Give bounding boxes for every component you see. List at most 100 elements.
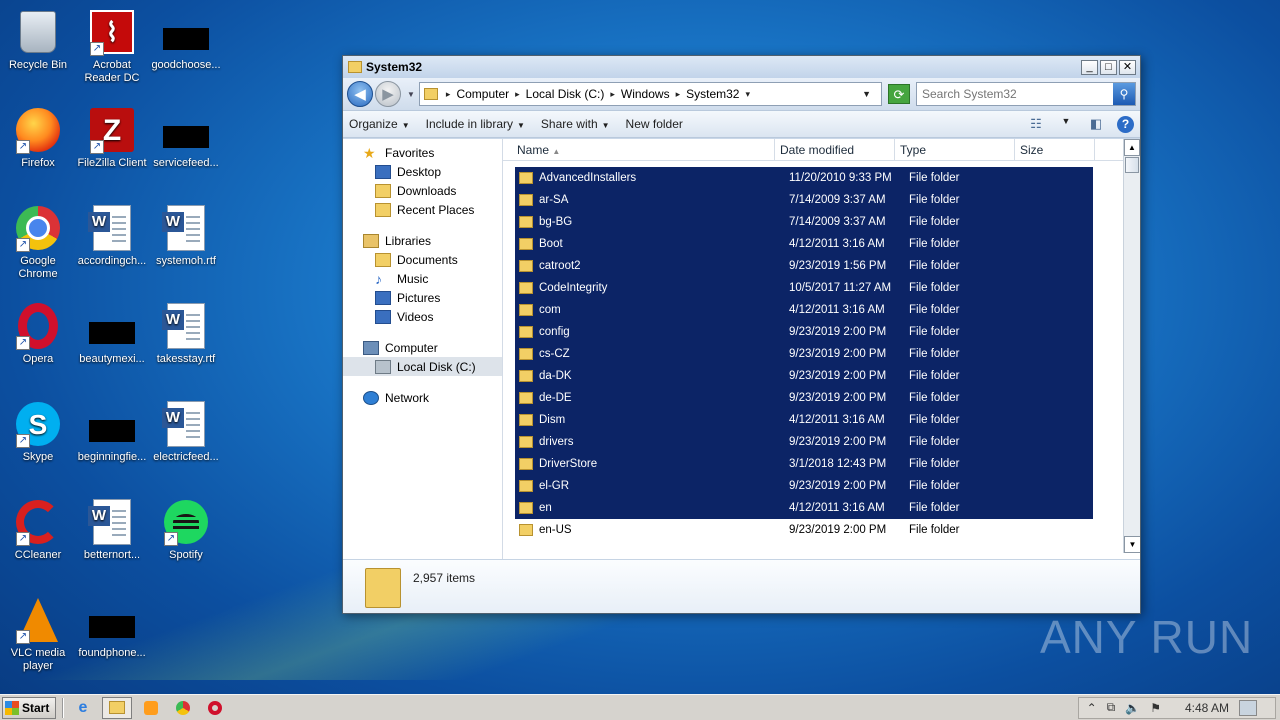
include-in-library-button[interactable]: Include in library ▼ — [426, 117, 525, 131]
address-history-dropdown[interactable]: ▼ — [862, 89, 871, 99]
file-row[interactable]: com 4/12/2011 3:16 AM File folder — [515, 299, 1093, 321]
show-hidden-icons-icon[interactable]: ⌃ — [1087, 701, 1097, 715]
breadcrumb-system32[interactable]: System32 — [686, 87, 739, 101]
recent-pages-dropdown[interactable]: ▼ — [407, 90, 415, 99]
desktop-icon-betternort[interactable]: betternort... — [74, 498, 150, 562]
file-row[interactable]: DriverStore 3/1/2018 12:43 PM File folder — [515, 453, 1093, 475]
file-row[interactable]: Dism 4/12/2011 3:16 AM File folder — [515, 409, 1093, 431]
desktop-icon-recycle-bin[interactable]: Recycle Bin — [0, 8, 76, 72]
desktop-icon-vlc[interactable]: ↗ VLC media player — [0, 596, 76, 673]
desktop-icon-goodchoose[interactable]: goodchoose... — [148, 8, 224, 72]
desktop-icon-foundphone[interactable]: foundphone... — [74, 596, 150, 660]
title-bar[interactable]: System32 _ □ ✕ — [343, 56, 1140, 78]
file-row[interactable]: de-DE 9/23/2019 2:00 PM File folder — [515, 387, 1093, 409]
nav-pictures[interactable]: Pictures — [343, 288, 502, 307]
desktop-icon-filezilla[interactable]: Z ↗ FileZilla Client — [74, 106, 150, 170]
breadcrumb-local-disk[interactable]: Local Disk (C:) — [526, 87, 605, 101]
file-row[interactable]: ar-SA 7/14/2009 3:37 AM File folder — [515, 189, 1093, 211]
file-row[interactable]: da-DK 9/23/2019 2:00 PM File folder — [515, 365, 1093, 387]
nav-downloads[interactable]: Downloads — [343, 181, 502, 200]
start-button[interactable]: Start — [2, 696, 56, 719]
close-button[interactable]: ✕ — [1119, 59, 1136, 75]
nav-libraries[interactable]: Libraries — [343, 231, 502, 250]
taskbar-media-player[interactable] — [138, 697, 164, 719]
preview-pane-icon[interactable]: ◧ — [1087, 116, 1105, 132]
taskbar-windows-explorer[interactable] — [102, 696, 132, 719]
desktop-icon-takesstay[interactable]: takesstay.rtf — [148, 302, 224, 366]
file-date-modified: 7/14/2009 3:37 AM — [789, 216, 886, 228]
file-row[interactable]: en-US 9/23/2019 2:00 PM File folder — [515, 519, 1093, 541]
column-header-date-modified[interactable]: Date modified — [775, 139, 895, 161]
taskbar-opera[interactable] — [202, 697, 228, 719]
taskbar-internet-explorer[interactable]: e — [70, 697, 96, 719]
nav-local-disk[interactable]: Local Disk (C:) — [343, 357, 502, 376]
desktop-icon-ccleaner[interactable]: ↗ CCleaner — [0, 498, 76, 562]
desktop-icon-spotify[interactable]: ↗ Spotify — [148, 498, 224, 562]
desktop-icon-beginningfie[interactable]: beginningfie... — [74, 400, 150, 464]
search-input[interactable] — [917, 87, 1113, 101]
help-icon[interactable]: ? — [1117, 115, 1134, 133]
view-options-icon[interactable]: ☷ — [1027, 116, 1045, 132]
action-center-flag-icon[interactable]: ⚑ — [1150, 701, 1161, 715]
chevron-right-icon[interactable]: ▸ — [515, 89, 520, 100]
file-row[interactable]: drivers 9/23/2019 2:00 PM File folder — [515, 431, 1093, 453]
file-row[interactable]: cs-CZ 9/23/2019 2:00 PM File folder — [515, 343, 1093, 365]
file-row[interactable]: AdvancedInstallers 11/20/2010 9:33 PM File… — [515, 167, 1093, 189]
scroll-up-arrow-icon[interactable]: ▲ — [1124, 139, 1140, 156]
volume-icon[interactable]: 🔈 — [1125, 701, 1140, 715]
file-row[interactable]: config 9/23/2019 2:00 PM File folder — [515, 321, 1093, 343]
nav-documents[interactable]: Documents — [343, 250, 502, 269]
breadcrumb-computer[interactable]: Computer — [456, 87, 509, 101]
address-bar[interactable]: ▸ Computer ▸ Local Disk (C:) ▸ Windows ▸… — [418, 82, 882, 106]
column-header-size[interactable]: Size — [1015, 139, 1095, 161]
search-icon[interactable]: ⚲ — [1113, 83, 1135, 105]
desktop-icon-beautymexi[interactable]: beautymexi... — [74, 302, 150, 366]
chevron-down-icon[interactable]: ▼ — [1057, 116, 1075, 132]
file-row[interactable]: en 4/12/2011 3:16 AM File folder — [515, 497, 1093, 519]
file-row[interactable]: Boot 4/12/2011 3:16 AM File folder — [515, 233, 1093, 255]
network-tray-icon[interactable]: ⧉ — [1107, 700, 1116, 715]
file-row[interactable]: bg-BG 7/14/2009 3:37 AM File folder — [515, 211, 1093, 233]
desktop-icon-opera[interactable]: ↗ Opera — [0, 302, 76, 366]
clock[interactable]: 4:48 AM — [1185, 701, 1229, 715]
column-header-type[interactable]: Type — [895, 139, 1015, 161]
file-row[interactable]: el-GR 9/23/2019 2:00 PM File folder — [515, 475, 1093, 497]
scroll-down-arrow-icon[interactable]: ▼ — [1124, 536, 1140, 553]
desktop-icon-acrobat[interactable]: ⌇ ↗ Acrobat Reader DC — [74, 8, 150, 85]
refresh-button[interactable]: ⟳ — [888, 84, 910, 104]
vertical-scrollbar[interactable]: ▲ ▼ — [1123, 139, 1140, 553]
desktop-icon-skype[interactable]: S ↗ Skype — [0, 400, 76, 464]
chevron-right-icon[interactable]: ▸ — [446, 89, 451, 100]
search-box[interactable]: ⚲ — [916, 82, 1136, 106]
chevron-right-icon[interactable]: ▸ — [676, 89, 681, 100]
nav-computer[interactable]: Computer — [343, 338, 502, 357]
chevron-down-icon[interactable]: ▾ — [745, 89, 750, 100]
scroll-thumb[interactable] — [1125, 157, 1139, 173]
breadcrumb-windows[interactable]: Windows — [621, 87, 670, 101]
forward-button[interactable]: ▶ — [375, 81, 401, 107]
back-button[interactable]: ◀ — [347, 81, 373, 107]
desktop-icon-firefox[interactable]: ↗ Firefox — [0, 106, 76, 170]
new-folder-button[interactable]: New folder — [626, 117, 683, 131]
show-desktop-button[interactable] — [1239, 699, 1257, 716]
nav-favorites[interactable]: ★ Favorites — [343, 143, 502, 162]
desktop-icon-accordingch[interactable]: accordingch... — [74, 204, 150, 268]
organize-button[interactable]: Organize ▼ — [349, 117, 410, 131]
desktop-icon-chrome[interactable]: ↗ Google Chrome — [0, 204, 76, 281]
column-header-name[interactable]: Name ▲ — [503, 139, 775, 161]
taskbar-chrome[interactable] — [170, 697, 196, 719]
file-row[interactable]: CodeIntegrity 10/5/2017 11:27 AM File fold… — [515, 277, 1093, 299]
desktop-icon-systemoh[interactable]: systemoh.rtf — [148, 204, 224, 268]
nav-music[interactable]: ♪ Music — [343, 269, 502, 288]
nav-desktop[interactable]: Desktop — [343, 162, 502, 181]
desktop-icon-servicefeed[interactable]: servicefeed... — [148, 106, 224, 170]
maximize-button[interactable]: □ — [1100, 59, 1117, 75]
chevron-right-icon[interactable]: ▸ — [610, 89, 615, 100]
minimize-button[interactable]: _ — [1081, 59, 1098, 75]
nav-network[interactable]: Network — [343, 388, 502, 407]
nav-videos[interactable]: Videos — [343, 307, 502, 326]
desktop-icon-electricfeed[interactable]: electricfeed... — [148, 400, 224, 464]
file-row[interactable]: catroot2 9/23/2019 1:56 PM File folder — [515, 255, 1093, 277]
share-with-button[interactable]: Share with ▼ — [541, 117, 610, 131]
nav-recent-places[interactable]: Recent Places — [343, 200, 502, 219]
